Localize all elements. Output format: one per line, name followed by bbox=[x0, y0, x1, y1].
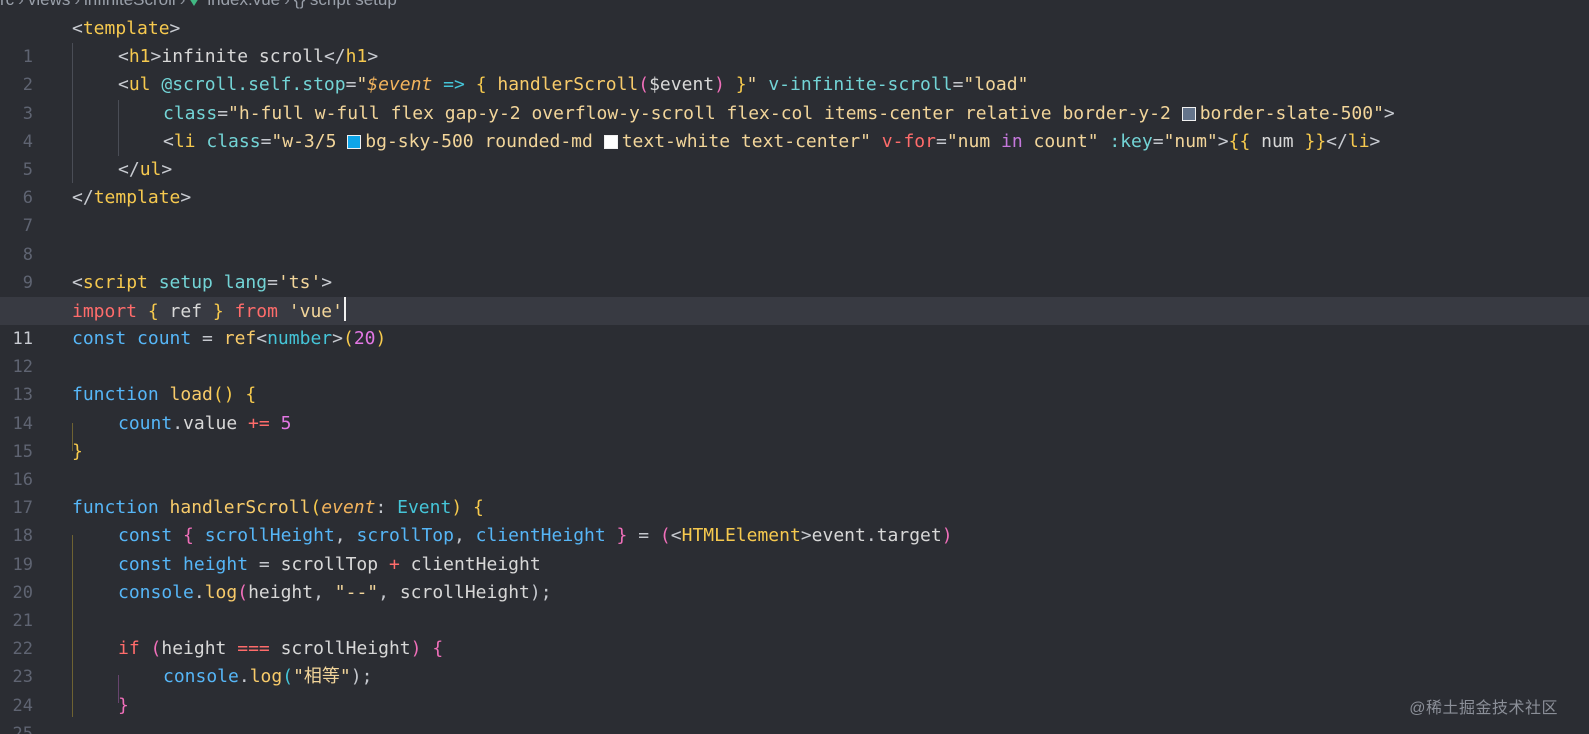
color-swatch-sky-icon[interactable] bbox=[347, 134, 362, 149]
current-code-line[interactable]: 11 import { ref } from 'vue' bbox=[0, 296, 1589, 349]
code-line[interactable]: 14 function load() { bbox=[0, 381, 1589, 433]
line-code[interactable]: <template> bbox=[72, 15, 180, 43]
code-line[interactable]: 9 bbox=[0, 241, 1589, 293]
line-code[interactable]: if (height === scrollHeight) { bbox=[118, 635, 443, 663]
code-line[interactable]: 15 count.value += 5 bbox=[0, 410, 1589, 462]
line-code[interactable]: <h1>infinite scroll</h1> bbox=[118, 43, 378, 71]
vue-file-icon bbox=[189, 0, 200, 6]
code-line[interactable]: 5 <li class="w-3/5 bg-sky-500 rounded-md… bbox=[0, 128, 1589, 180]
line-code[interactable]: console.log("相等"); bbox=[163, 663, 372, 691]
breadcrumb-part-src[interactable]: rc bbox=[0, 0, 14, 9]
line-code[interactable]: const height = scrollTop + clientHeight bbox=[118, 551, 541, 579]
line-code[interactable]: } bbox=[72, 438, 83, 466]
code-line[interactable]: 24 console.log("相等"); bbox=[0, 663, 1589, 715]
code-line[interactable]: 10 <script setup lang='ts'> bbox=[0, 269, 1589, 321]
code-line[interactable]: 17 bbox=[0, 466, 1589, 518]
color-swatch-white-icon[interactable] bbox=[603, 134, 618, 149]
breadcrumb-separator: › bbox=[176, 0, 190, 9]
code-line[interactable]: 19 const { scrollHeight, scrollTop, clie… bbox=[0, 522, 1589, 574]
code-area[interactable]: 1 <template> 2 <h1>infinite scroll</h1> … bbox=[0, 15, 1589, 734]
code-line[interactable]: 18 function handlerScroll(event: Event) … bbox=[0, 494, 1589, 546]
code-line[interactable]: 3 <ul @scroll.self.stop="$event => { han… bbox=[0, 71, 1589, 123]
breadcrumb-part-symbol[interactable]: {} script setup bbox=[294, 0, 397, 9]
code-line[interactable]: 12 const count = ref<number>(20) bbox=[0, 325, 1589, 377]
code-line[interactable]: 6 </ul> bbox=[0, 156, 1589, 208]
code-line[interactable]: 20 const height = scrollTop + clientHeig… bbox=[0, 551, 1589, 603]
line-code[interactable]: } bbox=[118, 692, 129, 720]
breadcrumb-separator: › bbox=[14, 0, 28, 9]
line-code[interactable]: const count = ref<number>(20) bbox=[72, 325, 386, 353]
watermark: @稀土掘金技术社区 bbox=[1409, 700, 1558, 717]
line-code[interactable]: <ul @scroll.self.stop="$event => { handl… bbox=[118, 71, 1028, 99]
text-cursor bbox=[343, 296, 346, 321]
breadcrumb-separator: › bbox=[70, 0, 84, 9]
code-line[interactable]: 1 <template> bbox=[0, 15, 1589, 67]
breadcrumb-separator: › bbox=[280, 0, 294, 9]
code-line[interactable]: 13 bbox=[0, 353, 1589, 405]
code-line[interactable]: 23 if (height === scrollHeight) { bbox=[0, 635, 1589, 687]
color-swatch-slate-icon[interactable] bbox=[1181, 106, 1196, 121]
line-code[interactable]: const { scrollHeight, scrollTop, clientH… bbox=[118, 522, 953, 550]
line-code[interactable]: <script setup lang='ts'> bbox=[72, 269, 332, 297]
code-editor[interactable]: rc›views›infiniteScroll›index.vue›{} scr… bbox=[0, 0, 1589, 734]
line-code[interactable]: function handlerScroll(event: Event) { bbox=[72, 494, 484, 522]
line-code[interactable]: console.log(height, "--", scrollHeight); bbox=[118, 579, 552, 607]
breadcrumb-part-views[interactable]: views bbox=[28, 0, 71, 9]
line-code[interactable]: count.value += 5 bbox=[118, 410, 291, 438]
line-code[interactable]: <li class="w-3/5 bg-sky-500 rounded-md t… bbox=[163, 128, 1380, 156]
line-code[interactable]: </template> bbox=[72, 184, 191, 212]
breadcrumb-part-infinite-scroll[interactable]: infiniteScroll bbox=[84, 0, 176, 9]
code-line[interactable]: 4 class="h-full w-full flex gap-y-2 over… bbox=[0, 100, 1589, 152]
code-line[interactable]: 7 </template> bbox=[0, 184, 1589, 236]
code-line[interactable]: 8 bbox=[0, 212, 1589, 265]
line-code[interactable]: function load() { bbox=[72, 381, 256, 409]
breadcrumb: rc›views›infiniteScroll›index.vue›{} scr… bbox=[0, 0, 397, 11]
code-line[interactable]: 22 bbox=[0, 607, 1589, 659]
code-line[interactable]: 25 } bbox=[0, 692, 1589, 734]
line-code[interactable]: class="h-full w-full flex gap-y-2 overfl… bbox=[163, 100, 1395, 128]
line-number: 25 bbox=[12, 723, 33, 734]
line-code[interactable]: </ul> bbox=[118, 156, 172, 184]
code-line[interactable]: 16 } bbox=[0, 438, 1589, 490]
line-code[interactable]: import { ref } from 'vue' bbox=[72, 296, 346, 325]
code-line[interactable]: 21 console.log(height, "--", scrollHeigh… bbox=[0, 579, 1589, 631]
breadcrumb-part-file[interactable]: index.vue bbox=[207, 0, 280, 9]
code-line[interactable]: 2 <h1>infinite scroll</h1> bbox=[0, 43, 1589, 95]
